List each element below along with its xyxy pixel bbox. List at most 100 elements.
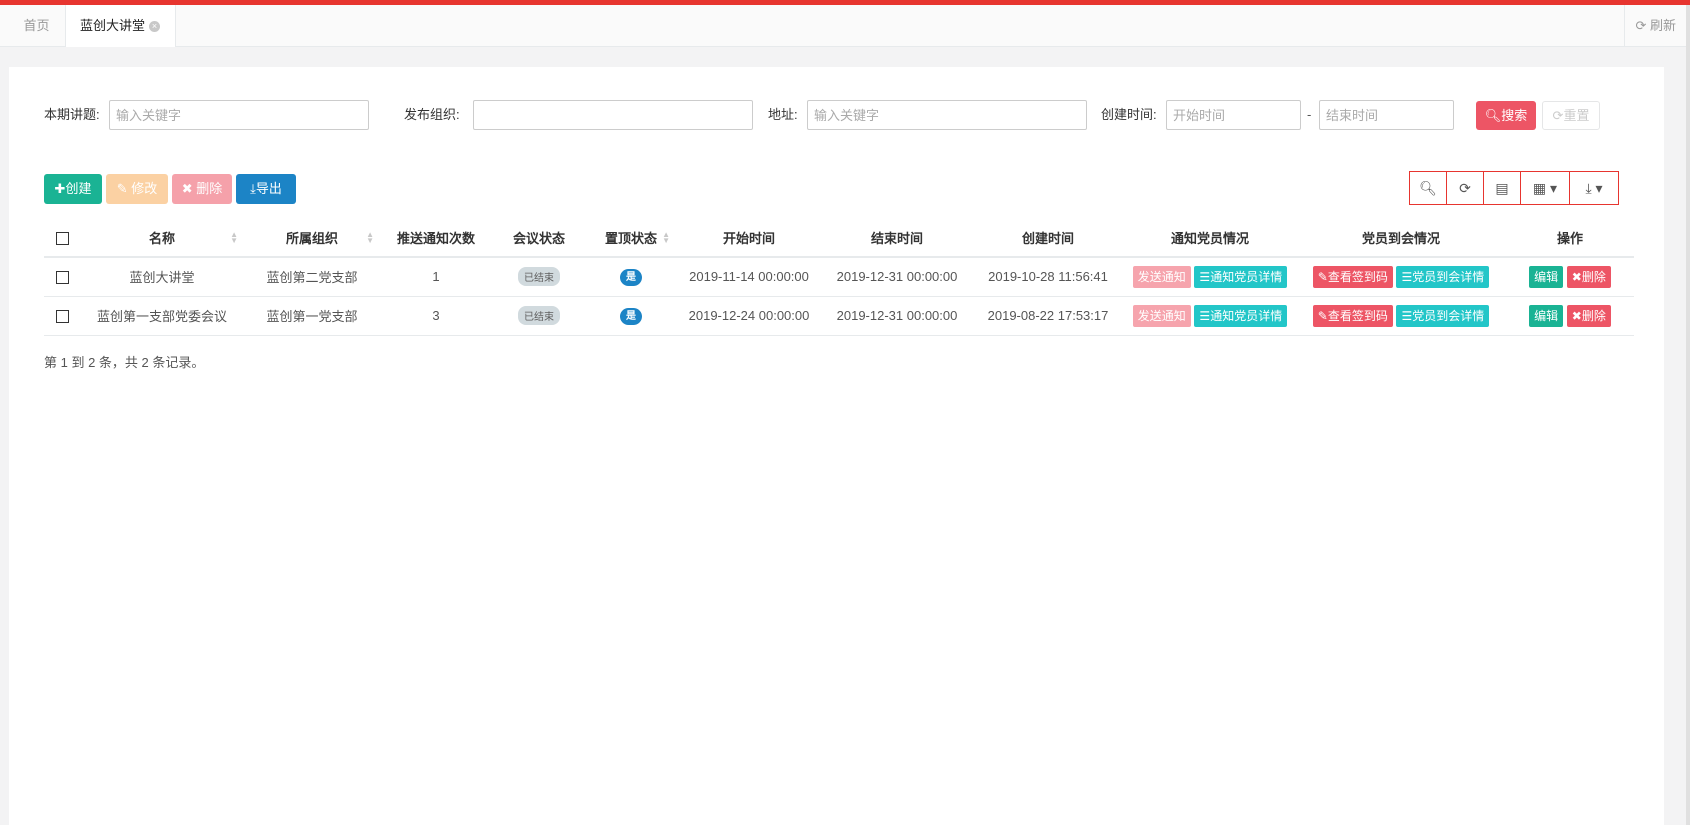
- table-row: 蓝创第一支部党委会议 蓝创第一党支部 3 已结束 是 2019-12-24 00…: [44, 296, 1634, 336]
- table-row: 蓝创大讲堂 蓝创第二党支部 1 已结束 是 2019-11-14 00:00:0…: [44, 257, 1634, 297]
- search-icon: 🔍︎: [1419, 180, 1437, 196]
- cell-notice: 发送通知 ☰通知党员详情: [1124, 296, 1296, 336]
- header-meeting-status: 会议状态: [492, 219, 586, 258]
- tab-bar: 首页 蓝创大讲堂 × ⟳ 刷新: [0, 5, 1690, 47]
- grid-icon: ▦: [1532, 180, 1547, 196]
- tab-home[interactable]: 首页: [8, 5, 66, 47]
- select-all-checkbox[interactable]: [55, 232, 69, 246]
- row-edit-button[interactable]: 编辑: [1529, 304, 1564, 327]
- row-delete-button[interactable]: ✖删除: [1566, 304, 1611, 327]
- tab-lecture[interactable]: 蓝创大讲堂 ×: [66, 5, 176, 47]
- address-label: 地址:: [768, 107, 798, 122]
- cell-actions: 编辑 ✖删除: [1506, 296, 1634, 336]
- send-notice-button[interactable]: 发送通知: [1132, 265, 1191, 288]
- toggle-view-button[interactable]: ▤: [1483, 171, 1521, 205]
- search-icon: 🔍︎: [1484, 108, 1502, 123]
- header-created-time: 创建时间: [972, 219, 1124, 258]
- data-table: 名称 ▲ ▼ 所属组织 ▲ ▼ 推送通知次数 会议状态 置顶状态 ▲ ▼ 开始时间 结束时间…: [44, 219, 1634, 336]
- view-code-button[interactable]: ✎查看签到码: [1312, 265, 1393, 288]
- search-form: 本期讲题: 发布组织: 地址: 创建时间: - 🔍︎搜索 ⟳重置: [9, 99, 1664, 131]
- attend-detail-label: 党员到会详情: [1412, 308, 1485, 323]
- row-delete-button[interactable]: ✖删除: [1566, 265, 1611, 288]
- notice-detail-label: 通知党员详情: [1210, 269, 1283, 284]
- header-top-status[interactable]: 置顶状态 ▲ ▼: [586, 219, 676, 258]
- cell-start: 2019-11-14 00:00:00: [676, 257, 822, 297]
- main-panel: 本期讲题: 发布组织: 地址: 创建时间: - 🔍︎搜索 ⟳重置 ✚创建 ✎ 修…: [9, 67, 1664, 825]
- header-notify-count: 推送通知次数: [380, 219, 492, 258]
- times-icon: ✖: [181, 181, 193, 196]
- sort-icon: ▲ ▼: [662, 230, 670, 245]
- send-notice-button[interactable]: 发送通知: [1132, 304, 1191, 327]
- list-icon: ☰: [1401, 269, 1413, 284]
- status-badge: 已结束: [518, 267, 560, 287]
- top-badge: 是: [620, 268, 642, 286]
- create-button[interactable]: ✚创建: [44, 174, 102, 204]
- created-time-label: 创建时间:: [1101, 107, 1157, 122]
- start-time-input[interactable]: [1166, 100, 1301, 130]
- cell-attendance: ✎查看签到码 ☰党员到会详情: [1296, 257, 1506, 297]
- header-top-label: 置顶状态: [604, 231, 657, 246]
- row-delete-label: 删除: [1581, 308, 1606, 323]
- view-code-button[interactable]: ✎查看签到码: [1312, 304, 1393, 327]
- notice-detail-label: 通知党员详情: [1210, 308, 1283, 323]
- pagination-info: 第 1 到 2 条，共 2 条记录。: [44, 355, 205, 370]
- header-org[interactable]: 所属组织 ▲ ▼: [244, 219, 380, 258]
- view-code-label: 查看签到码: [1327, 269, 1388, 284]
- close-icon[interactable]: ×: [149, 21, 161, 33]
- row-checkbox-cell: [44, 296, 80, 336]
- reset-button[interactable]: ⟳重置: [1542, 101, 1600, 130]
- download-icon: ⤓: [1585, 180, 1592, 196]
- cell-name: 蓝创大讲堂: [80, 257, 244, 297]
- cell-actions: 编辑 ✖删除: [1506, 257, 1634, 297]
- scrollbar[interactable]: [1686, 5, 1690, 825]
- cell-attendance: ✎查看签到码 ☰党员到会详情: [1296, 296, 1506, 336]
- attend-detail-button[interactable]: ☰党员到会详情: [1396, 304, 1490, 327]
- refresh-icon: ⟳: [1635, 18, 1647, 33]
- header-notice-status: 通知党员情况: [1124, 219, 1296, 258]
- edit-button[interactable]: ✎ 修改: [106, 174, 168, 204]
- org-input[interactable]: [473, 100, 753, 130]
- header-name-label: 名称: [148, 231, 175, 246]
- notice-detail-button[interactable]: ☰通知党员详情: [1194, 304, 1288, 327]
- top-badge: 是: [620, 307, 642, 325]
- cell-notice: 发送通知 ☰通知党员详情: [1124, 257, 1296, 297]
- caret-down-icon: ▾: [1550, 180, 1558, 196]
- end-time-input[interactable]: [1319, 100, 1454, 130]
- cell-start: 2019-12-24 00:00:00: [676, 296, 822, 336]
- notice-detail-button[interactable]: ☰通知党员详情: [1194, 265, 1288, 288]
- plus-icon: ✚: [54, 181, 66, 196]
- toggle-search-button[interactable]: 🔍︎: [1409, 171, 1447, 205]
- address-input[interactable]: [807, 100, 1087, 130]
- header-checkbox-cell: [44, 219, 80, 258]
- columns-button[interactable]: ▦ ▾: [1520, 171, 1570, 205]
- list-icon: ☰: [1199, 269, 1211, 284]
- header-name[interactable]: 名称 ▲ ▼: [80, 219, 244, 258]
- view-code-label: 查看签到码: [1327, 308, 1388, 323]
- list-icon: ☰: [1401, 308, 1413, 323]
- header-attendance: 党员到会情况: [1296, 219, 1506, 258]
- attend-detail-button[interactable]: ☰党员到会详情: [1396, 265, 1490, 288]
- cell-name: 蓝创第一支部党委会议: [80, 296, 244, 336]
- cell-org: 蓝创第二党支部: [244, 257, 380, 297]
- export-button[interactable]: ⤓导出: [236, 174, 296, 204]
- header-start-time: 开始时间: [676, 219, 822, 258]
- refresh-button[interactable]: ⟳ 刷新: [1624, 5, 1676, 47]
- search-button[interactable]: 🔍︎搜索: [1476, 101, 1536, 130]
- refresh-table-button[interactable]: ⟳: [1446, 171, 1484, 205]
- export-menu-button[interactable]: ⤓ ▾: [1569, 171, 1619, 205]
- caret-down-icon: ▾: [1595, 180, 1603, 196]
- refresh-label: 刷新: [1649, 18, 1676, 33]
- row-edit-button[interactable]: 编辑: [1529, 265, 1564, 288]
- topic-input[interactable]: [109, 100, 369, 130]
- cell-status: 已结束: [492, 257, 586, 297]
- org-label: 发布组织:: [404, 107, 460, 122]
- status-badge: 已结束: [518, 306, 560, 325]
- header-actions: 操作: [1506, 219, 1634, 258]
- sort-icon: ▲ ▼: [366, 230, 374, 245]
- row-checkbox[interactable]: [55, 310, 69, 324]
- row-checkbox[interactable]: [55, 271, 69, 285]
- cell-count: 1: [380, 257, 492, 297]
- cell-end: 2019-12-31 00:00:00: [822, 257, 972, 297]
- delete-button[interactable]: ✖ 删除: [172, 174, 232, 204]
- range-dash: -: [1307, 107, 1312, 122]
